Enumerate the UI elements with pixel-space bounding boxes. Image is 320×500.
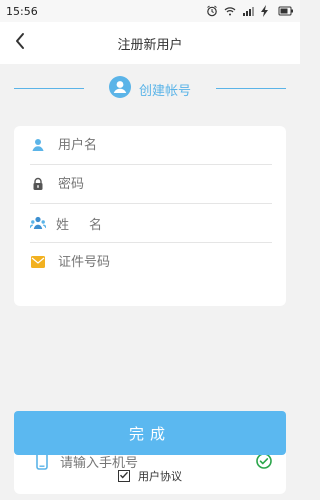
done-button[interactable]: 完成: [14, 411, 286, 455]
alarm-icon: [206, 5, 218, 17]
signal-icon: [242, 5, 254, 17]
lock-icon: [30, 176, 46, 192]
id-card-icon: [30, 254, 46, 270]
section-title: 创建帐号: [138, 83, 191, 99]
user-circle-icon: [108, 76, 131, 102]
back-button[interactable]: [10, 31, 30, 55]
people-icon: [30, 215, 46, 231]
name-label: 姓名: [56, 217, 123, 233]
section-header: 创建帐号: [0, 64, 300, 114]
account-form: 姓名: [14, 126, 286, 306]
username-row: [30, 126, 272, 165]
app-header: 注册新用户: [0, 22, 300, 64]
page-title: 注册新用户: [117, 37, 183, 53]
id-number-row: [30, 243, 272, 281]
agreement-row: 用户协议: [0, 468, 300, 484]
id-number-input[interactable]: [56, 253, 240, 271]
status-time: 15:56: [6, 4, 38, 18]
status-bar: 15:56: [0, 0, 300, 22]
username-input[interactable]: [56, 136, 240, 154]
divider-left: [14, 88, 84, 89]
checkmark-icon: [119, 470, 129, 483]
agreement-checkbox[interactable]: [118, 470, 130, 482]
name-row[interactable]: 姓名: [30, 204, 272, 243]
section-title-group: 创建帐号: [108, 76, 191, 102]
lightning-icon: [260, 5, 272, 17]
password-row: [30, 165, 272, 204]
agreement-link[interactable]: 用户协议: [138, 468, 182, 484]
battery-icon: [278, 5, 294, 17]
password-input[interactable]: [56, 175, 240, 193]
wifi-icon: [224, 5, 236, 17]
chevron-left-icon: [14, 32, 26, 54]
divider-right: [216, 88, 286, 89]
status-icons: [206, 5, 294, 17]
person-icon: [30, 137, 46, 153]
